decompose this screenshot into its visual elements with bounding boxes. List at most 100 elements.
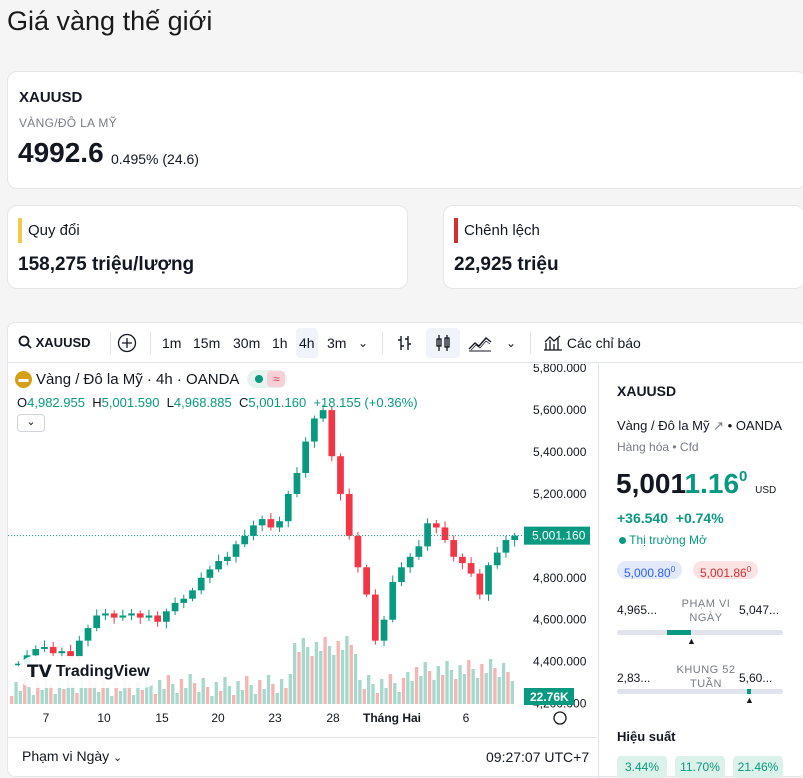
volume-bar xyxy=(292,643,297,704)
y-tick-label: 5,800.000 xyxy=(533,364,587,375)
candle-body xyxy=(415,546,423,557)
indicators-icon xyxy=(544,335,562,351)
perf-2[interactable]: 11.70% xyxy=(675,756,725,778)
candle-body xyxy=(41,646,48,650)
details-price-main: 5,001 xyxy=(616,468,685,499)
x-tick-label: Tháng Hai xyxy=(363,711,421,725)
interval-15m[interactable]: 15m xyxy=(193,323,220,363)
candle-body xyxy=(58,651,66,654)
volume-bar xyxy=(410,681,414,704)
bar-style-button[interactable] xyxy=(396,323,414,363)
tradingview-watermark[interactable]: 𝗧𝗩 TradingView xyxy=(18,656,159,688)
volume-bar xyxy=(127,686,131,704)
volume-bar xyxy=(31,695,36,704)
details-price-sup: 0 xyxy=(739,468,748,485)
candle-body xyxy=(163,611,170,622)
volume-label: 22.76K xyxy=(530,690,569,704)
candle-body xyxy=(398,567,405,582)
candle-body xyxy=(197,577,205,591)
volume-bar xyxy=(240,690,245,704)
volume-bar xyxy=(506,672,510,704)
volume-bar xyxy=(184,688,188,704)
details-desc[interactable]: Vàng / Đô la Mỹ xyxy=(617,418,710,433)
area-style-button[interactable] xyxy=(468,323,492,363)
candle-body xyxy=(276,521,283,528)
volume-bar xyxy=(271,684,275,704)
candle-body xyxy=(311,418,318,442)
quote-card: XAUUSD VÀNG/ĐÔ LA MỸ 4992.6 0.495% (24.6… xyxy=(7,71,803,189)
interval-1h[interactable]: 1h xyxy=(272,323,288,363)
convert-value: 158,275 triệu/lượng xyxy=(18,254,195,275)
candle-body xyxy=(119,615,127,618)
volume-bar xyxy=(105,687,110,704)
collapse-legend-button[interactable]: ⌄ xyxy=(17,414,45,432)
volume-bar xyxy=(397,692,401,704)
interval-30m[interactable]: 30m xyxy=(233,323,260,363)
volume-bar xyxy=(262,689,266,704)
spread-card: Chênh lệch 22,925 triệu xyxy=(443,205,803,289)
week52-low: 2,83... xyxy=(617,671,651,685)
candle-body xyxy=(432,523,440,528)
volume-bar xyxy=(140,690,144,704)
week52-high: 5,60... xyxy=(739,671,773,685)
volume-bar xyxy=(27,686,31,704)
perf-1[interactable]: 3.44% xyxy=(617,756,667,778)
volume-bar xyxy=(62,689,66,704)
volume-bar xyxy=(279,679,284,704)
candle-body xyxy=(32,649,40,656)
volume-bar xyxy=(153,694,158,704)
candle-body xyxy=(215,561,222,570)
volume-bar xyxy=(197,692,201,704)
volume-bar xyxy=(475,678,480,704)
symbol-details-panel: XAUUSD Vàng / Đô la Mỹ ↗ • OANDA Hàng hó… xyxy=(598,363,803,778)
candle-body xyxy=(284,493,292,522)
volume-bar xyxy=(327,646,332,704)
range-selector[interactable]: Phạm vi Ngày ⌄ xyxy=(22,748,122,764)
candle-body xyxy=(363,567,370,595)
chart-legend: ▬ Vàng / Đô la Mỹ · 4h · OANDA ≈ xyxy=(15,370,288,388)
tradingview-logo-icon: 𝗧𝗩 xyxy=(27,662,52,681)
quote-symbol: XAUUSD xyxy=(19,89,83,106)
interval-1m[interactable]: 1m xyxy=(162,323,181,363)
volume-bar xyxy=(501,663,506,704)
volume-bar xyxy=(454,679,458,704)
volume-bar xyxy=(297,652,301,704)
interval-3m[interactable]: 3m xyxy=(327,323,346,363)
volume-bar xyxy=(445,661,449,704)
volume-bar xyxy=(488,659,493,704)
candle-body xyxy=(337,456,344,494)
candle-body xyxy=(485,565,492,595)
chart-style-chevron-icon[interactable]: ⌄ xyxy=(506,323,516,363)
external-link-icon[interactable]: ↗ xyxy=(713,418,724,433)
day-range-fill xyxy=(667,630,691,635)
symbol-search[interactable]: XAUUSD xyxy=(18,323,91,363)
market-open-badge[interactable]: ≈ xyxy=(247,370,288,388)
x-tick-label: 20 xyxy=(211,711,225,725)
low-value: 4,968.885 xyxy=(173,395,232,410)
day-range-bar xyxy=(617,630,783,635)
perf-3[interactable]: 21.46% xyxy=(733,756,783,778)
interval-dropdown-chevron-icon[interactable]: ⌄ xyxy=(358,323,368,363)
close-value: 5,001.160 xyxy=(248,395,307,410)
y-tick-label: 4,600.000 xyxy=(533,613,587,627)
candle-body xyxy=(180,598,188,603)
candle-body xyxy=(110,613,118,618)
candle-body xyxy=(84,628,92,641)
compare-button[interactable] xyxy=(117,323,137,363)
bars-icon xyxy=(398,336,411,350)
volume-bar xyxy=(97,692,101,704)
y-tick-label: 5,600.000 xyxy=(533,403,587,417)
interval-4h[interactable]: 4h xyxy=(296,328,318,358)
x-tick-label: 6 xyxy=(463,711,470,725)
indicators-button[interactable]: Các chỉ báo xyxy=(543,323,641,363)
candle-body xyxy=(371,594,379,641)
day-low: 4,965... xyxy=(617,603,658,617)
volume-bar xyxy=(118,691,123,704)
candle-body xyxy=(441,527,449,541)
candles-button[interactable] xyxy=(426,328,460,358)
convert-card: Quy đổi 158,275 triệu/lượng xyxy=(7,205,408,289)
volume-bar xyxy=(471,669,475,704)
volume-bar xyxy=(53,694,57,704)
convert-accent xyxy=(18,218,22,243)
chart-toolbar: XAUUSD 1m 15m 30m 1h 4h 3m ⌄ ⌄ Các chỉ b… xyxy=(8,323,803,363)
